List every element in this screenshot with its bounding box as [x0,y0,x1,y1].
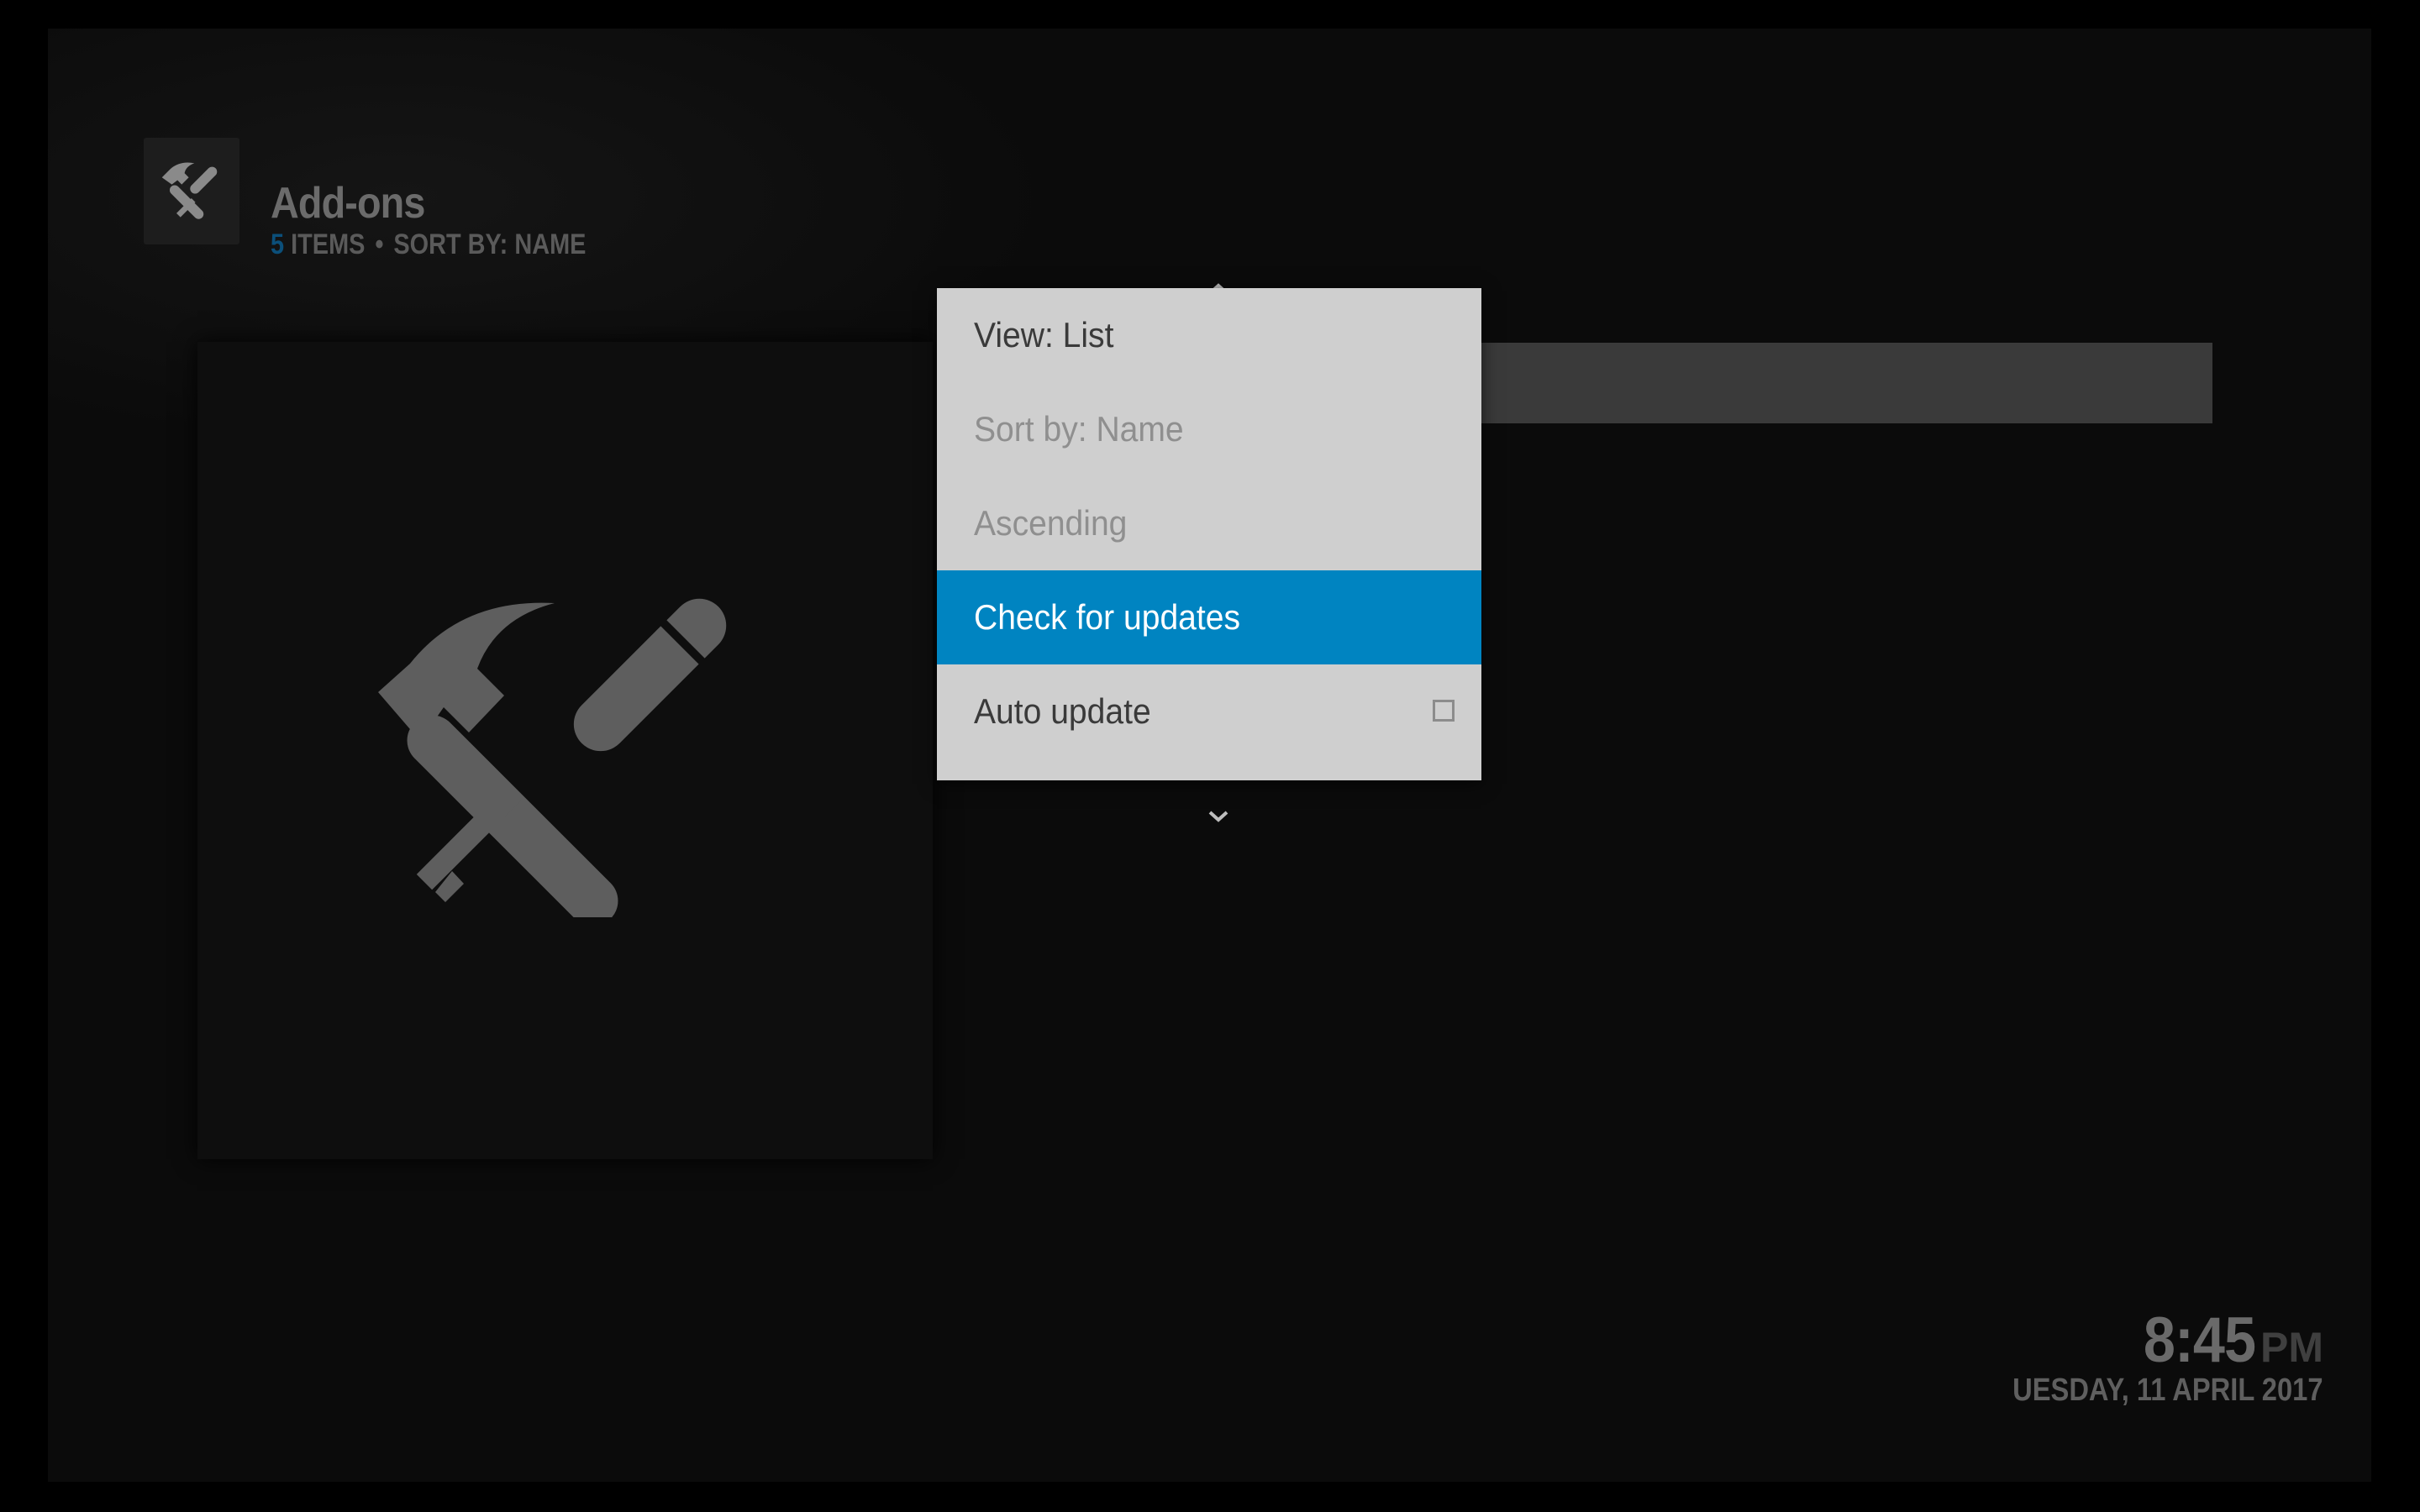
header-addons-icon-box [144,138,239,244]
page-title: Add-ons [271,179,425,228]
date-text: UESDAY, 11 APRIL 2017 [2012,1373,2323,1408]
header-subtitle: 5 ITEMS • SORT BY: NAME [271,228,599,265]
clock-ampm: PM [2260,1324,2323,1371]
menu-item-label: Check for updates [974,597,1241,637]
menu-item-auto-update[interactable]: Auto update [937,664,1481,759]
clock: 8:45 PM [2131,1304,2323,1377]
menu-item-label: View: List [974,315,1114,354]
clock-date: UESDAY, 11 APRIL 2017 [1970,1373,2323,1409]
hammer-screwdriver-icon [161,162,218,219]
hammer-screwdriver-icon [378,598,727,917]
scroll-down-arrow[interactable] [1193,800,1244,833]
auto-update-checkbox[interactable] [1433,700,1455,722]
item-count: 5 [271,228,285,260]
addon-artwork-panel [197,342,933,1159]
menu-item-check-for-updates[interactable]: Check for updates [937,570,1481,664]
list-item-highlight[interactable] [1468,343,2212,423]
menu-item-label: Auto update [974,691,1151,731]
sort-label: SORT BY: NAME [393,228,587,260]
menu-item-label: Ascending [974,503,1128,543]
items-label: ITEMS [291,228,366,260]
menu-item-sort-by[interactable]: Sort by: Name [937,382,1481,476]
chevron-down-icon [1208,811,1228,822]
menu-item-label: Sort by: Name [974,409,1184,449]
menu-item-ascending[interactable]: Ascending [937,476,1481,570]
kodi-screen: Add-ons 5 ITEMS • SORT BY: NAME View: Li… [48,29,2371,1482]
clock-time: 8:45 [2143,1305,2256,1376]
menu-item-view-list[interactable]: View: List [937,288,1481,382]
context-menu: View: List Sort by: Name Ascending Check… [937,288,1481,780]
separator-dot: • [375,228,384,260]
